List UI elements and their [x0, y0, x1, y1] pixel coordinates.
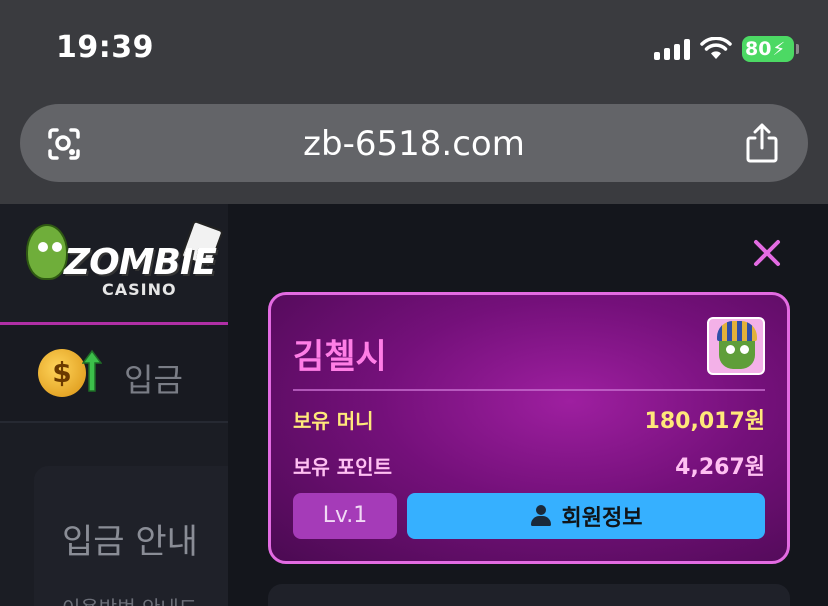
- coin-icon: $: [38, 349, 86, 397]
- url-text[interactable]: zb-6518.com: [20, 124, 808, 164]
- money-value: 180,017원: [644, 409, 765, 434]
- battery-level: 80: [745, 38, 772, 60]
- deposit-guide-card: 입금 안내 이용방법 안내드: [34, 466, 228, 606]
- sidebar-item-label: 입금: [124, 361, 183, 399]
- avatar-eye-icon: [740, 345, 749, 354]
- avatar-eye-icon: [726, 345, 735, 354]
- points-label: 보유 포인트: [293, 455, 392, 479]
- profile-drawer: 김첼시 보유 머니 180,017원 보유 포인트 4,267원 Lv.1 회원…: [228, 204, 828, 606]
- page-content: ZOMBIE CASINO $ 입금 입금 안내 이용방법 안내드 김첼시: [0, 204, 828, 606]
- points-value: 4,267원: [675, 455, 765, 480]
- person-icon: [530, 505, 552, 527]
- avatar: [707, 317, 765, 375]
- level-badge: Lv.1: [293, 493, 397, 539]
- sidebar: ZOMBIE CASINO $ 입금 입금 안내 이용방법 안내드: [0, 204, 228, 606]
- money-label: 보유 머니: [293, 409, 374, 433]
- status-icons: 80 ⚡: [654, 36, 799, 62]
- logo-subtitle: CASINO: [102, 280, 177, 299]
- profile-card: 김첼시 보유 머니 180,017원 보유 포인트 4,267원 Lv.1 회원…: [268, 292, 790, 564]
- browser-chrome: 19:39 80 ⚡ zb-6518.com: [0, 0, 828, 204]
- guide-subtitle: 이용방법 안내드: [62, 592, 197, 606]
- address-bar[interactable]: zb-6518.com: [20, 104, 808, 182]
- zombie-logo-icon: [26, 224, 68, 280]
- next-card: [268, 584, 790, 606]
- logo-wordmark: ZOMBIE: [64, 242, 217, 283]
- logo[interactable]: ZOMBIE CASINO: [26, 219, 226, 304]
- battery-charging-icon: 80 ⚡: [742, 36, 799, 62]
- share-icon[interactable]: [744, 122, 780, 164]
- member-info-label: 회원정보: [561, 506, 643, 531]
- arrow-up-icon: [82, 349, 102, 392]
- close-icon[interactable]: [752, 238, 782, 268]
- card-divider: [293, 389, 765, 391]
- user-name: 김첼시: [293, 337, 387, 377]
- avatar-hat-icon: [717, 321, 757, 341]
- sidebar-item-deposit[interactable]: $ 입금: [0, 325, 228, 423]
- status-time: 19:39: [56, 30, 154, 65]
- wifi-icon: [700, 37, 732, 59]
- guide-title: 입금 안내: [62, 522, 198, 562]
- signal-icon: [654, 38, 690, 60]
- member-info-button[interactable]: 회원정보: [407, 493, 765, 539]
